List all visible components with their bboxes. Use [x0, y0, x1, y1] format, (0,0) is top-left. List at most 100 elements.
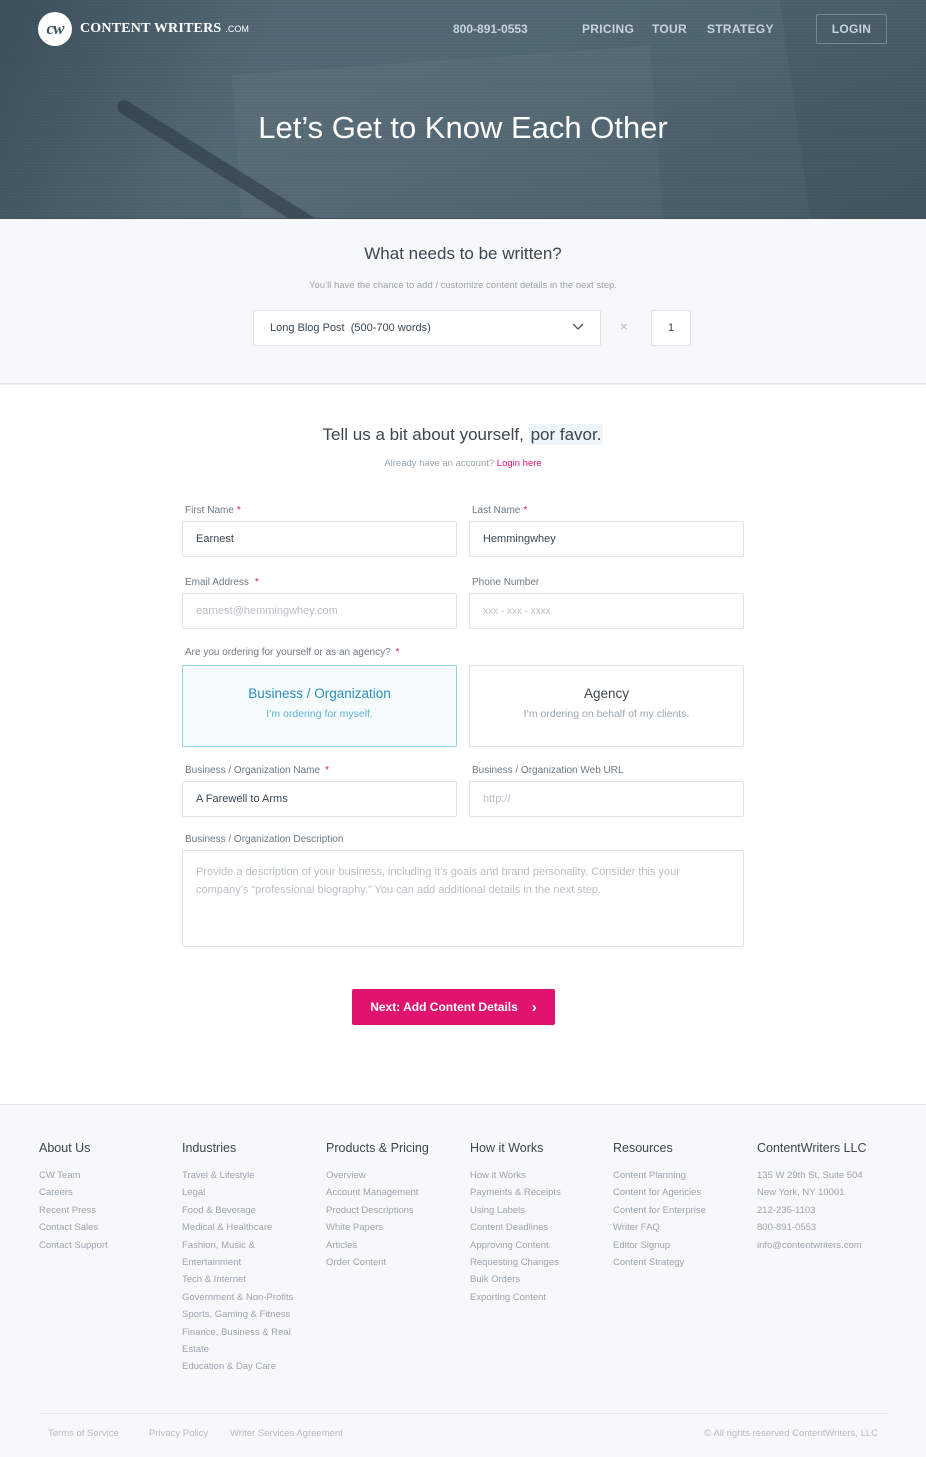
- footer-link[interactable]: Content Deadlines: [470, 1219, 561, 1236]
- footer-link[interactable]: White Papers: [326, 1219, 429, 1236]
- footer-link[interactable]: Bulk Orders: [470, 1271, 561, 1288]
- footer-link[interactable]: Finance, Business & Real Estate: [182, 1324, 302, 1359]
- footer-link[interactable]: Writer FAQ: [613, 1219, 706, 1236]
- footer-divider: [39, 1413, 888, 1414]
- footer-link[interactable]: Legal: [182, 1184, 307, 1201]
- terms-link[interactable]: Terms of Service: [48, 1428, 119, 1439]
- first-name-input[interactable]: Earnest: [182, 521, 457, 557]
- company-tollfree[interactable]: 800-891-0553: [757, 1219, 867, 1236]
- footer-heading: Industries: [182, 1141, 237, 1155]
- nav-strategy[interactable]: STRATEGY: [707, 22, 774, 36]
- footer-link[interactable]: Order Content: [326, 1254, 429, 1271]
- footer-link[interactable]: Sports, Gaming & Fitness: [182, 1306, 307, 1323]
- account-prompt-text: Already have an account?: [384, 458, 495, 469]
- page-title: Let’s Get to Know Each Other: [258, 110, 668, 145]
- footer-col-about: About Us CW Team Careers Recent Press Co…: [39, 1141, 108, 1254]
- required-mark: *: [325, 765, 329, 776]
- copyright: © All rights reserved ContentWriters, LL…: [704, 1428, 878, 1439]
- footer-col-products: Products & Pricing Overview Account Mana…: [326, 1141, 429, 1271]
- last-name-label-text: Last Name: [472, 505, 521, 516]
- footer: About Us CW Team Careers Recent Press Co…: [0, 1104, 926, 1457]
- footer-heading: Products & Pricing: [326, 1141, 429, 1155]
- footer-link[interactable]: Product Descriptions: [326, 1202, 429, 1219]
- option-business[interactable]: Business / Organization I’m ordering for…: [182, 665, 457, 747]
- email-label-text: Email Address: [185, 577, 249, 588]
- footer-link[interactable]: How it Works: [470, 1167, 561, 1184]
- footer-heading: How it Works: [470, 1141, 544, 1155]
- footer-link[interactable]: Education & Day Care: [182, 1358, 307, 1375]
- footer-link[interactable]: Food & Beverage: [182, 1202, 307, 1219]
- top-nav: cw CONTENT WRITERS .COM 800-891-0553 PRI…: [0, 0, 926, 60]
- logo-suffix: .COM: [225, 24, 249, 34]
- footer-link[interactable]: Careers: [39, 1184, 108, 1201]
- email-input[interactable]: earnest@hemmingwhey.com: [182, 593, 457, 629]
- logo-mark-icon: cw: [38, 12, 72, 46]
- footer-heading: Resources: [613, 1141, 673, 1155]
- footer-link[interactable]: Content for Enterprise: [613, 1202, 706, 1219]
- logo[interactable]: cw CONTENT WRITERS .COM: [38, 12, 249, 46]
- footer-link[interactable]: Fashion, Music & Entertainment: [182, 1237, 282, 1272]
- content-type-section: What needs to be written? You’ll have th…: [0, 219, 926, 384]
- required-mark: *: [236, 505, 241, 516]
- footer-link[interactable]: Using Labels: [470, 1202, 561, 1219]
- footer-col-company: ContentWriters LLC 135 W 29th St, Suite …: [757, 1141, 867, 1254]
- footer-link[interactable]: Contact Sales: [39, 1219, 108, 1236]
- content-type-value: Long Blog Post (500-700 words): [270, 322, 431, 334]
- footer-col-resources: Resources Content Planning Content for A…: [613, 1141, 706, 1271]
- footer-link[interactable]: Requesting Changes: [470, 1254, 561, 1271]
- option-agency-subtitle: I’m ordering on behalf of my clients.: [523, 708, 690, 720]
- form-title: Tell us a bit about yourself, por favor.: [0, 424, 926, 445]
- ordering-question-text: Are you ordering for yourself or as an a…: [185, 647, 391, 658]
- multiply-icon: ×: [620, 319, 628, 334]
- org-url-input[interactable]: http://: [469, 781, 744, 817]
- nav-pricing[interactable]: PRICING: [582, 22, 634, 36]
- footer-link[interactable]: Payments & Receipts: [470, 1184, 561, 1201]
- last-name-input[interactable]: Hemmingwhey: [469, 521, 744, 557]
- option-agency[interactable]: Agency I’m ordering on behalf of my clie…: [469, 665, 744, 747]
- content-type-select[interactable]: Long Blog Post (500-700 words): [253, 310, 601, 346]
- nav-phone[interactable]: 800-891-0553: [453, 22, 528, 36]
- footer-link[interactable]: Contact Support: [39, 1237, 108, 1254]
- footer-link[interactable]: Approving Content: [470, 1237, 561, 1254]
- writer-agreement-link[interactable]: Writer Services Agreement: [230, 1428, 343, 1439]
- ordering-question-label: Are you ordering for yourself or as an a…: [185, 647, 400, 658]
- account-prompt: Already have an account? Login here: [0, 458, 926, 469]
- required-mark: *: [395, 647, 400, 658]
- footer-link[interactable]: Content for Agencies: [613, 1184, 706, 1201]
- org-description-label: Business / Organization Description: [185, 834, 344, 845]
- footer-link[interactable]: Exporting Content: [470, 1289, 561, 1306]
- quantity-input[interactable]: 1: [651, 310, 691, 346]
- login-here-link[interactable]: Login here: [497, 458, 542, 469]
- footer-link[interactable]: Tech & Internet: [182, 1271, 307, 1288]
- required-mark: *: [254, 577, 259, 588]
- footer-link[interactable]: Overview: [326, 1167, 429, 1184]
- footer-link[interactable]: Account Management: [326, 1184, 429, 1201]
- footer-link[interactable]: Content Planning: [613, 1167, 706, 1184]
- footer-link[interactable]: Medical & Healthcare: [182, 1219, 307, 1236]
- phone-label: Phone Number: [472, 577, 540, 588]
- footer-link[interactable]: Government & Non-Profits: [182, 1289, 307, 1306]
- footer-link[interactable]: Editor Signup: [613, 1237, 706, 1254]
- form-title-highlight: por favor.: [528, 424, 604, 445]
- privacy-link[interactable]: Privacy Policy: [149, 1428, 208, 1439]
- content-type-hint: You’ll have the chance to add / customiz…: [308, 280, 618, 291]
- footer-link[interactable]: CW Team: [39, 1167, 108, 1184]
- phone-input[interactable]: xxx - xxx - xxxx: [469, 593, 744, 629]
- nav-tour[interactable]: TOUR: [652, 22, 687, 36]
- option-business-subtitle: I’m ordering for myself.: [266, 708, 373, 720]
- company-email[interactable]: info@contentwriters.com: [757, 1237, 867, 1254]
- first-name-label: First Name *: [185, 505, 241, 516]
- footer-heading: About Us: [39, 1141, 91, 1155]
- next-add-content-details-button[interactable]: Next: Add Content Details ›: [352, 989, 555, 1025]
- company-phone[interactable]: 212-235-1103: [757, 1202, 867, 1219]
- footer-link[interactable]: Articles: [326, 1237, 429, 1254]
- footer-heading: ContentWriters LLC: [757, 1141, 867, 1155]
- org-description-textarea[interactable]: Provide a description of your business, …: [182, 850, 744, 947]
- org-name-input[interactable]: A Farewell to Arms: [182, 781, 457, 817]
- footer-link[interactable]: Travel & Lifestyle: [182, 1167, 307, 1184]
- last-name-label: Last Name *: [472, 505, 527, 516]
- footer-link[interactable]: Content Strategy: [613, 1254, 706, 1271]
- form-title-main: Tell us a bit about yourself,: [322, 425, 524, 444]
- login-button[interactable]: LOGIN: [816, 14, 887, 44]
- footer-link[interactable]: Recent Press: [39, 1202, 108, 1219]
